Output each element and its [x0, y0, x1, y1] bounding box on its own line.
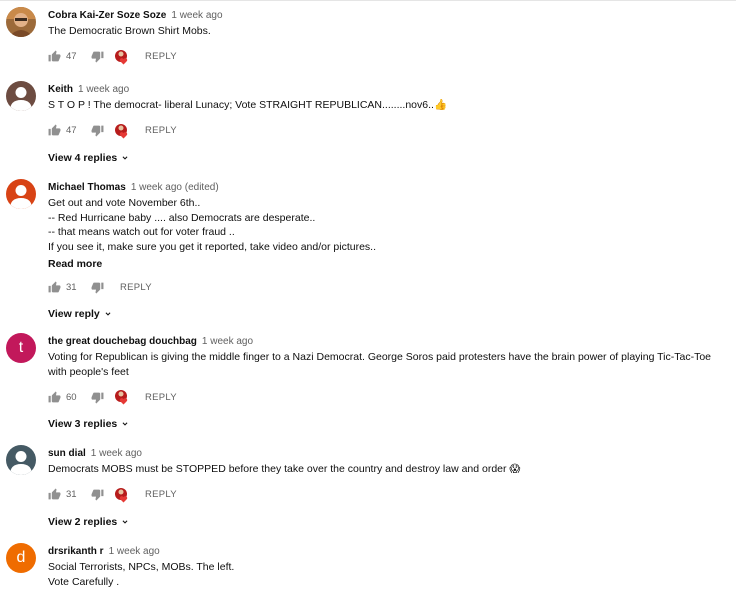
creator-heart-icon: [114, 123, 131, 139]
avatar[interactable]: [6, 81, 36, 111]
like-count: 60: [66, 391, 77, 403]
comment-text: Democrats MOBS must be STOPPED before th…: [48, 463, 521, 475]
chevron-down-icon: [122, 155, 128, 160]
chevron-down-icon: [122, 519, 128, 524]
view-replies-button[interactable]: View 2 replies: [48, 515, 130, 529]
thumb-down-icon[interactable]: [91, 391, 104, 404]
thumb-up-icon[interactable]: [48, 281, 61, 294]
avatar[interactable]: t: [6, 333, 36, 363]
creator-heart-icon: [114, 49, 131, 65]
thumb-down-icon[interactable]: [91, 281, 104, 294]
view-replies-button[interactable]: View reply: [48, 307, 113, 321]
thumb-down-icon[interactable]: [91, 488, 104, 501]
comment-time[interactable]: 1 week ago: [202, 336, 253, 347]
comment-author[interactable]: Cobra Kai-Zer Soze Soze: [48, 10, 166, 21]
divider: [0, 0, 736, 1]
comment-text: Get out and vote November 6th.. -- Red H…: [48, 197, 377, 253]
default-avatar-icon: [6, 445, 36, 475]
like-count: 47: [66, 125, 77, 136]
comment-toolbar: 31 REPLY: [48, 277, 732, 297]
creator-heart-icon: [114, 389, 131, 405]
comment-text: Social Terrorists, NPCs, MOBs. The left.…: [48, 561, 235, 588]
thumb-down-icon[interactable]: [91, 124, 104, 137]
comment-text: S T O P ! The democrat- liberal Lunacy; …: [48, 99, 448, 111]
view-replies-label: View 4 replies: [48, 151, 118, 164]
comment-time[interactable]: 1 week ago: [78, 84, 129, 95]
like-count: 47: [66, 51, 77, 62]
comment-text: Voting for Republican is giving the midd…: [48, 351, 712, 378]
chevron-down-icon: [122, 422, 128, 426]
avatar[interactable]: d: [6, 543, 36, 573]
comment-author[interactable]: Keith: [48, 84, 73, 95]
comment-text: The Democratic Brown Shirt Mobs.: [48, 25, 211, 37]
profile-photo-icon: [6, 7, 36, 37]
reply-button[interactable]: REPLY: [145, 392, 177, 403]
comment-time[interactable]: 1 week ago: [109, 546, 160, 557]
reply-button[interactable]: REPLY: [145, 125, 177, 136]
reply-button[interactable]: REPLY: [145, 489, 177, 500]
view-replies-label: View reply: [48, 308, 100, 320]
comment-author[interactable]: sun dial: [48, 448, 86, 459]
avatar-letter: t: [18, 339, 24, 356]
avatar[interactable]: [6, 445, 36, 475]
view-replies-button[interactable]: View 3 replies: [48, 417, 130, 431]
like-count: 31: [66, 281, 77, 293]
reply-button[interactable]: REPLY: [120, 282, 152, 293]
comment-author[interactable]: Michael Thomas: [48, 182, 126, 193]
comment-author[interactable]: drsrikanth r: [48, 546, 104, 557]
avatar[interactable]: [6, 179, 36, 209]
thumb-up-icon[interactable]: [48, 391, 61, 404]
avatar-letter: d: [16, 549, 26, 566]
comment-time[interactable]: 1 week ago: [171, 10, 222, 21]
creator-heart-icon: [114, 487, 131, 503]
view-replies-label: View 3 replies: [48, 418, 118, 430]
default-avatar-icon: [6, 179, 36, 209]
comment-time[interactable]: 1 week ago (edited): [131, 182, 219, 193]
comment-toolbar: 47 REPLY: [48, 121, 732, 141]
read-more-button[interactable]: Read more: [48, 257, 102, 271]
comment-toolbar: 60 REPLY: [48, 387, 732, 407]
comment-toolbar: 47 REPLY: [48, 47, 732, 67]
comment-time[interactable]: 1 week ago: [91, 448, 142, 459]
comments-section: Cobra Kai-Zer Soze Soze 1 week ago The De…: [0, 0, 736, 592]
view-replies-label: View 2 replies: [48, 515, 118, 528]
thumb-up-icon[interactable]: [48, 50, 61, 63]
comment-toolbar: 31 REPLY: [48, 485, 732, 505]
avatar[interactable]: [6, 7, 36, 37]
thumb-up-icon[interactable]: [48, 488, 61, 501]
comment-author[interactable]: the great douchebag douchbag: [48, 336, 197, 347]
view-replies-button[interactable]: View 4 replies: [48, 151, 130, 165]
chevron-down-icon: [105, 312, 111, 316]
like-count: 31: [66, 489, 77, 500]
thumb-down-icon[interactable]: [91, 50, 104, 63]
default-avatar-icon: [6, 81, 36, 111]
thumb-up-icon[interactable]: [48, 124, 61, 137]
reply-button[interactable]: REPLY: [145, 51, 177, 62]
